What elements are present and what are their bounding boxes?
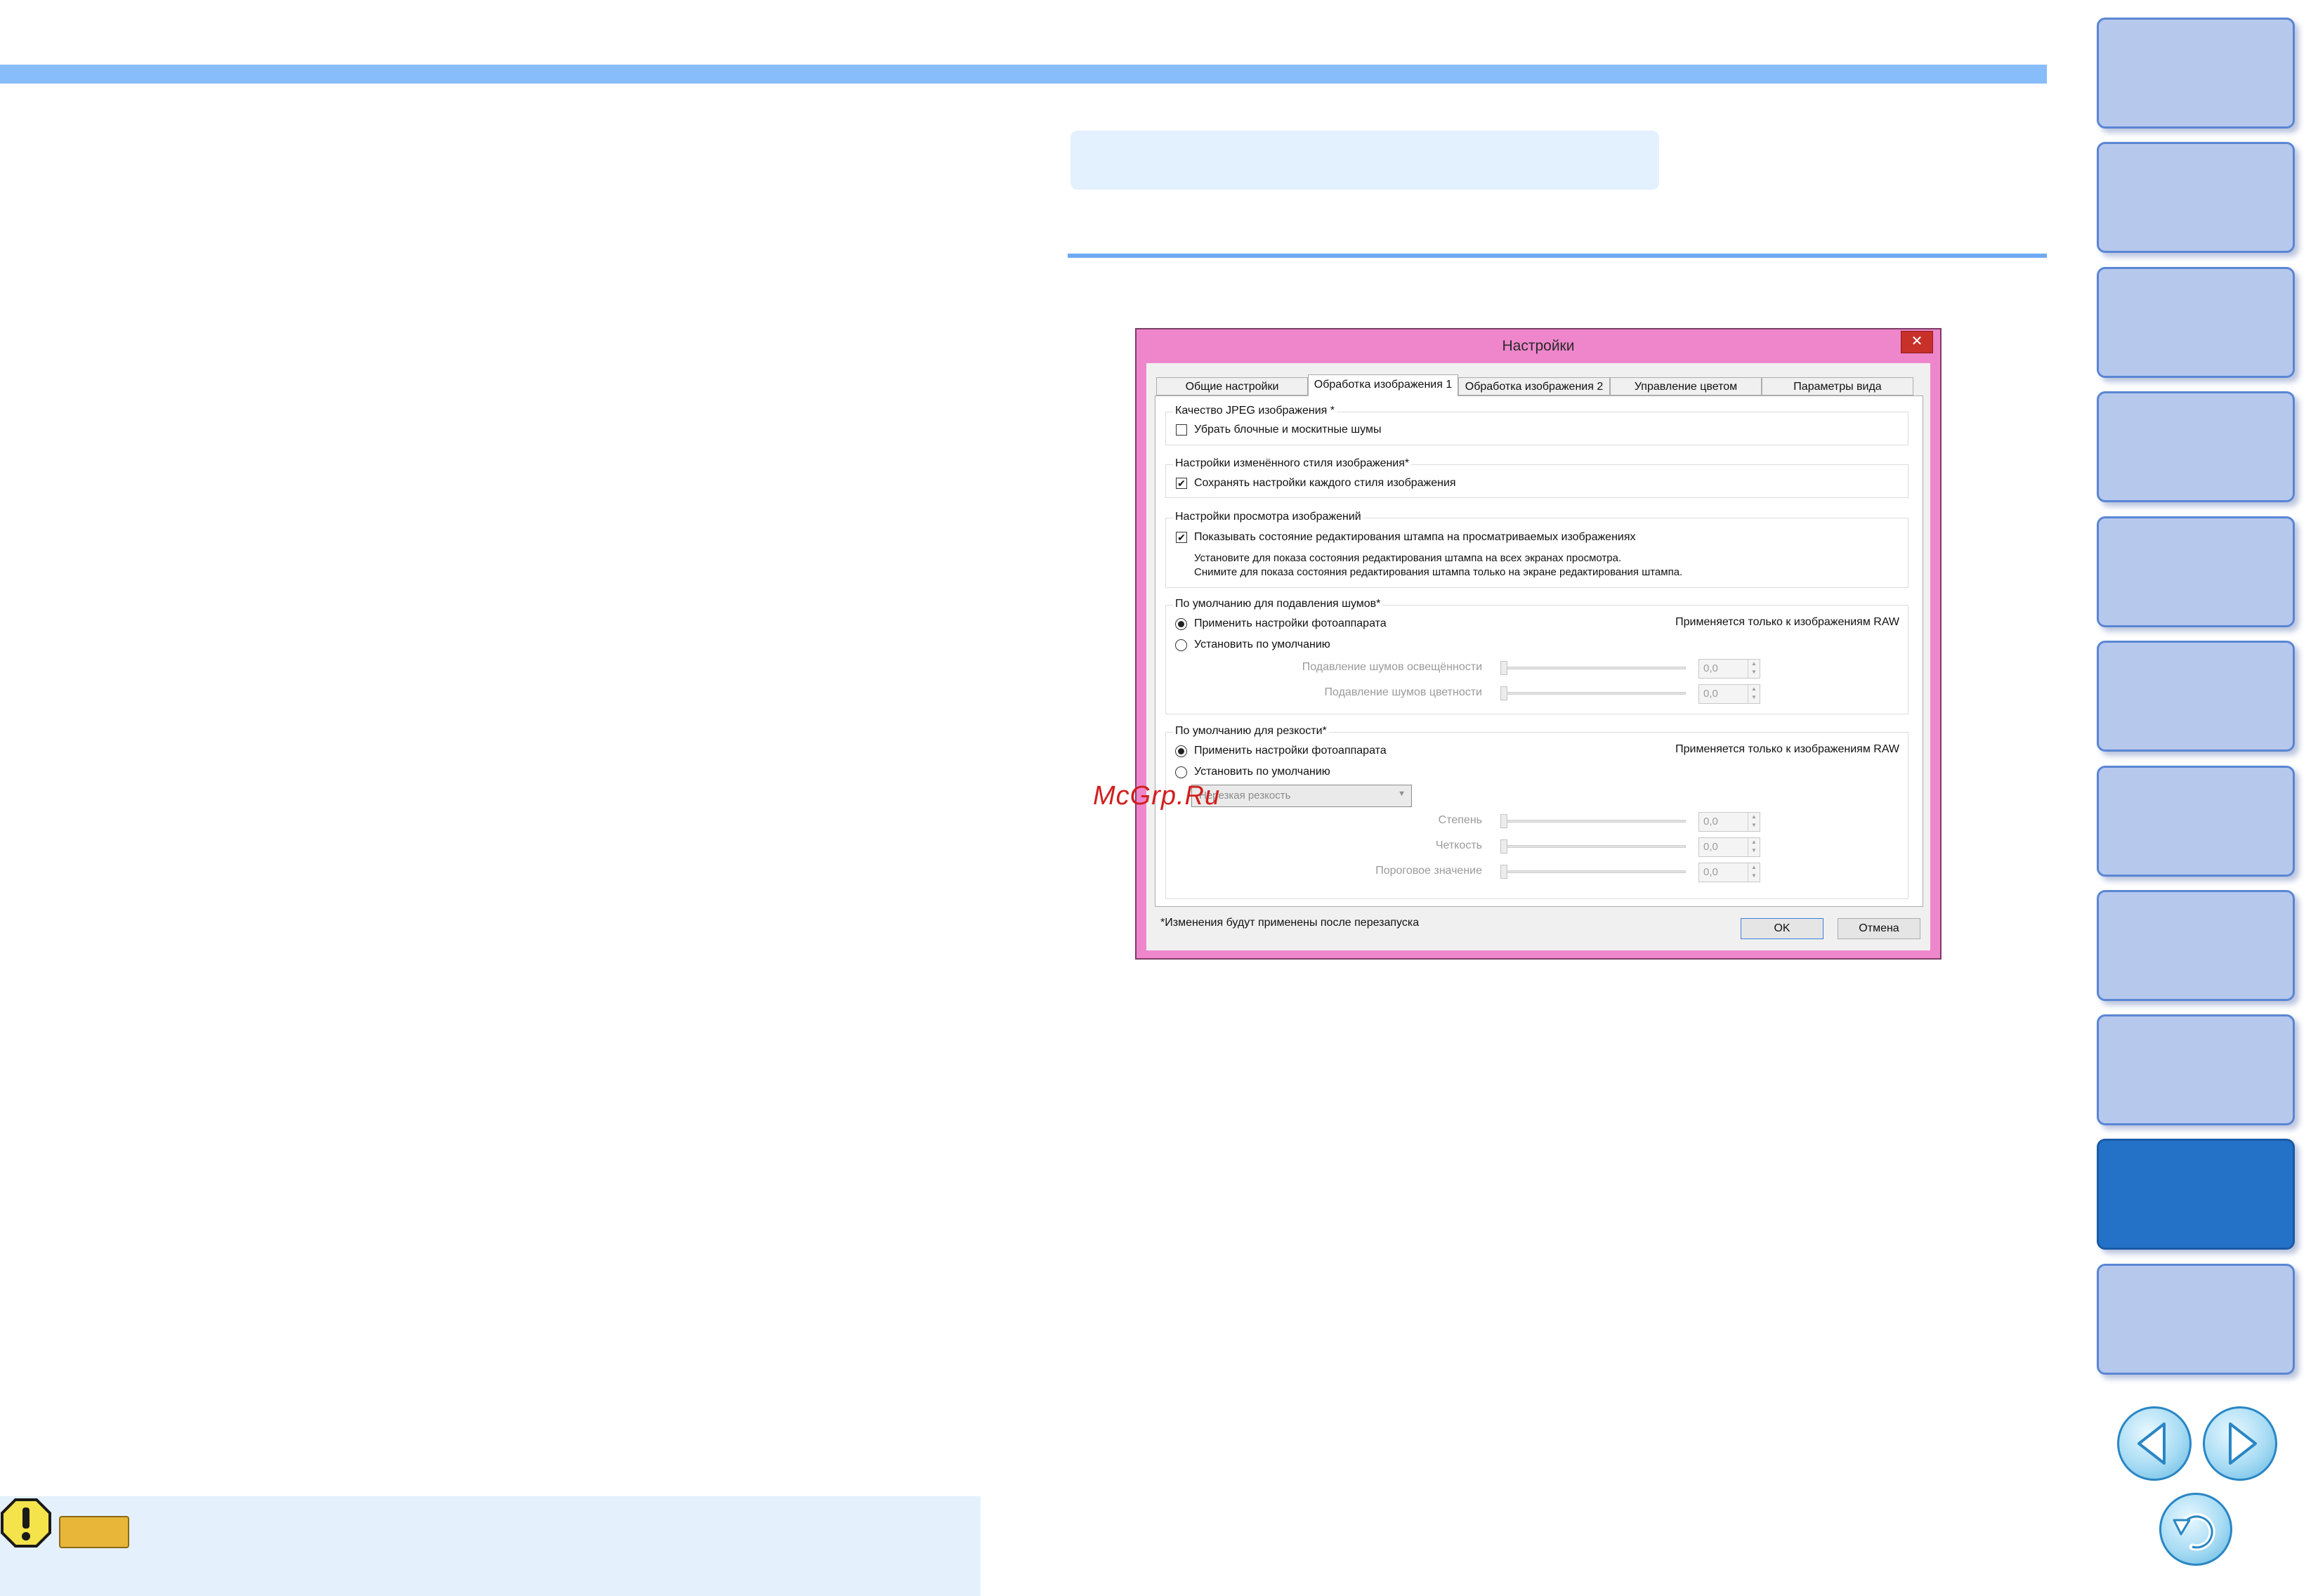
chevron-down-icon: ▼ (1398, 790, 1406, 798)
stamp-note-line-2: Снимите для показа состояния редактирова… (1194, 566, 1683, 578)
prev-page-button[interactable] (2117, 1406, 2192, 1481)
luminance-noise-slider-thumb[interactable] (1500, 661, 1507, 675)
threshold-slider[interactable] (1500, 870, 1686, 873)
luminance-noise-input[interactable]: 0,0 ▲ ▼ (1698, 659, 1760, 679)
noise-default-radio[interactable] (1175, 639, 1187, 651)
tab-color-management[interactable]: Управление цветом (1610, 377, 1762, 395)
sidebar-tab-7[interactable] (2097, 766, 2295, 877)
caution-icon (0, 1498, 52, 1548)
threshold-slider-thumb[interactable] (1500, 865, 1507, 879)
remove-noise-checkbox[interactable] (1176, 424, 1187, 436)
prev-page-icon (2137, 1422, 2166, 1465)
sidebar-tab-10-active[interactable] (2097, 1139, 2295, 1250)
noise-default-label: Установить по умолчанию (1194, 639, 1330, 650)
strength-value: 0,0 (1703, 816, 1718, 828)
sharpness-mode-select[interactable]: Нерезкая резкость ▼ (1191, 785, 1412, 807)
sharpness-group: По умолчанию для резкости* Применить нас… (1165, 725, 1908, 899)
luminance-noise-slider[interactable] (1500, 667, 1686, 669)
luminance-noise-value: 0,0 (1703, 662, 1718, 674)
luminance-noise-spin-buttons[interactable]: ▲ ▼ (1748, 660, 1760, 678)
threshold-label: Пороговое значение (1375, 865, 1482, 877)
settings-dialog: Настройки ✕ Общие настройки Обработка из… (1135, 328, 1942, 960)
jpeg-quality-title: Качество JPEG изображения * (1173, 405, 1337, 417)
return-icon (2173, 1513, 2215, 1551)
noise-camera-settings-radio[interactable] (1175, 618, 1187, 630)
threshold-input[interactable]: 0,0 ▲ ▼ (1698, 863, 1760, 882)
show-stamp-state-checkbox[interactable]: ✔ (1176, 532, 1187, 543)
jpeg-quality-group: Качество JPEG изображения * Убрать блочн… (1165, 405, 1908, 445)
tab-image-processing-2[interactable]: Обработка изображения 2 (1458, 377, 1610, 395)
sidebar-tab-8[interactable] (2097, 890, 2295, 1001)
fineness-slider-thumb[interactable] (1500, 839, 1507, 853)
chroma-noise-label: Подавление шумов цветности (1324, 686, 1482, 698)
noise-reduction-title: По умолчанию для подавления шумов* (1173, 598, 1383, 610)
ok-button[interactable]: OK (1741, 918, 1823, 939)
show-stamp-state-label: Показывать состояние редактирования штам… (1194, 531, 1636, 543)
cancel-button[interactable]: Отмена (1838, 918, 1920, 939)
chroma-noise-spin-buttons[interactable]: ▲ ▼ (1748, 685, 1760, 703)
chroma-noise-slider[interactable] (1500, 692, 1686, 695)
tab-image-processing-1[interactable]: Обработка изображения 1 (1308, 374, 1458, 396)
sidebar-tab-3[interactable] (2097, 267, 2295, 378)
watermark: McGrp.Ru (1093, 781, 1221, 811)
section-divider (1068, 254, 2047, 258)
sidebar-tab-1[interactable] (2097, 18, 2295, 129)
sidebar-tab-9[interactable] (2097, 1014, 2295, 1125)
strength-spin-buttons[interactable]: ▲ ▼ (1748, 813, 1760, 831)
next-page-button[interactable] (2203, 1406, 2277, 1481)
save-style-settings-label: Сохранять настройки каждого стиля изобра… (1194, 477, 1456, 489)
noise-reduction-group: По умолчанию для подавления шумов* Приме… (1165, 598, 1908, 714)
restart-footnote: *Изменения будут применены после перезап… (1160, 917, 1420, 929)
strength-input[interactable]: 0,0 ▲ ▼ (1698, 812, 1760, 832)
view-settings-title: Настройки просмотра изображений (1173, 511, 1363, 523)
fineness-value: 0,0 (1703, 841, 1718, 853)
close-button[interactable]: ✕ (1901, 331, 1933, 353)
threshold-value: 0,0 (1703, 866, 1718, 878)
chroma-noise-slider-thumb[interactable] (1500, 686, 1507, 700)
dialog-client-area: Общие настройки Обработка изображения 1 … (1146, 363, 1930, 950)
tab-view-settings[interactable]: Параметры вида (1762, 377, 1913, 395)
noise-camera-settings-label: Применить настройки фотоаппарата (1194, 617, 1387, 629)
top-header-bar (0, 65, 2047, 84)
sidebar-tab-11[interactable] (2097, 1264, 2295, 1375)
strength-label: Степень (1438, 814, 1482, 826)
picture-style-group: Настройки изменённого стиля изображения*… (1165, 457, 1908, 498)
fineness-input[interactable]: 0,0 ▲ ▼ (1698, 837, 1760, 857)
dialog-title: Настройки (1502, 338, 1575, 354)
sidebar-tab-6[interactable] (2097, 641, 2295, 752)
picture-style-title: Настройки изменённого стиля изображения* (1173, 457, 1412, 470)
sharp-raw-only-note: Применяется только к изображениям RAW (1675, 743, 1899, 755)
sharp-camera-settings-radio[interactable] (1175, 745, 1187, 757)
view-settings-group: Настройки просмотра изображений ✔ Показы… (1165, 511, 1908, 588)
luminance-noise-label: Подавление шумов освещённости (1302, 661, 1482, 673)
sharp-default-label: Установить по умолчанию (1194, 766, 1330, 778)
next-page-icon (2229, 1422, 2257, 1465)
section-title-box (1070, 131, 1659, 190)
sharpness-title: По умолчанию для резкости* (1173, 725, 1329, 738)
strength-slider-thumb[interactable] (1500, 814, 1507, 828)
noise-raw-only-note: Применяется только к изображениям RAW (1675, 616, 1899, 628)
threshold-spin-buttons[interactable]: ▲ ▼ (1748, 863, 1760, 882)
fineness-spin-buttons[interactable]: ▲ ▼ (1748, 838, 1760, 856)
stamp-note-line-1: Установите для показа состояния редактир… (1194, 552, 1622, 564)
tab-general-settings[interactable]: Общие настройки (1156, 377, 1308, 395)
sidebar-tab-5[interactable] (2097, 516, 2295, 627)
tab-panel: Качество JPEG изображения * Убрать блочн… (1155, 395, 1923, 907)
remove-noise-label: Убрать блочные и москитные шумы (1194, 424, 1382, 436)
caution-label-tag (59, 1516, 129, 1548)
strength-slider[interactable] (1500, 820, 1686, 823)
sharp-camera-settings-label: Применить настройки фотоаппарата (1194, 745, 1387, 757)
sidebar-tab-2[interactable] (2097, 142, 2295, 253)
fineness-label: Четкость (1435, 839, 1482, 851)
fineness-slider[interactable] (1500, 845, 1686, 848)
sidebar-tab-4[interactable] (2097, 391, 2295, 502)
close-icon: ✕ (1911, 334, 1923, 349)
chroma-noise-input[interactable]: 0,0 ▲ ▼ (1698, 684, 1760, 704)
save-style-settings-checkbox[interactable]: ✔ (1176, 478, 1187, 489)
sharp-default-radio[interactable] (1175, 766, 1187, 778)
return-button[interactable] (2159, 1493, 2232, 1566)
chroma-noise-value: 0,0 (1703, 688, 1718, 700)
caution-panel (0, 1496, 981, 1596)
